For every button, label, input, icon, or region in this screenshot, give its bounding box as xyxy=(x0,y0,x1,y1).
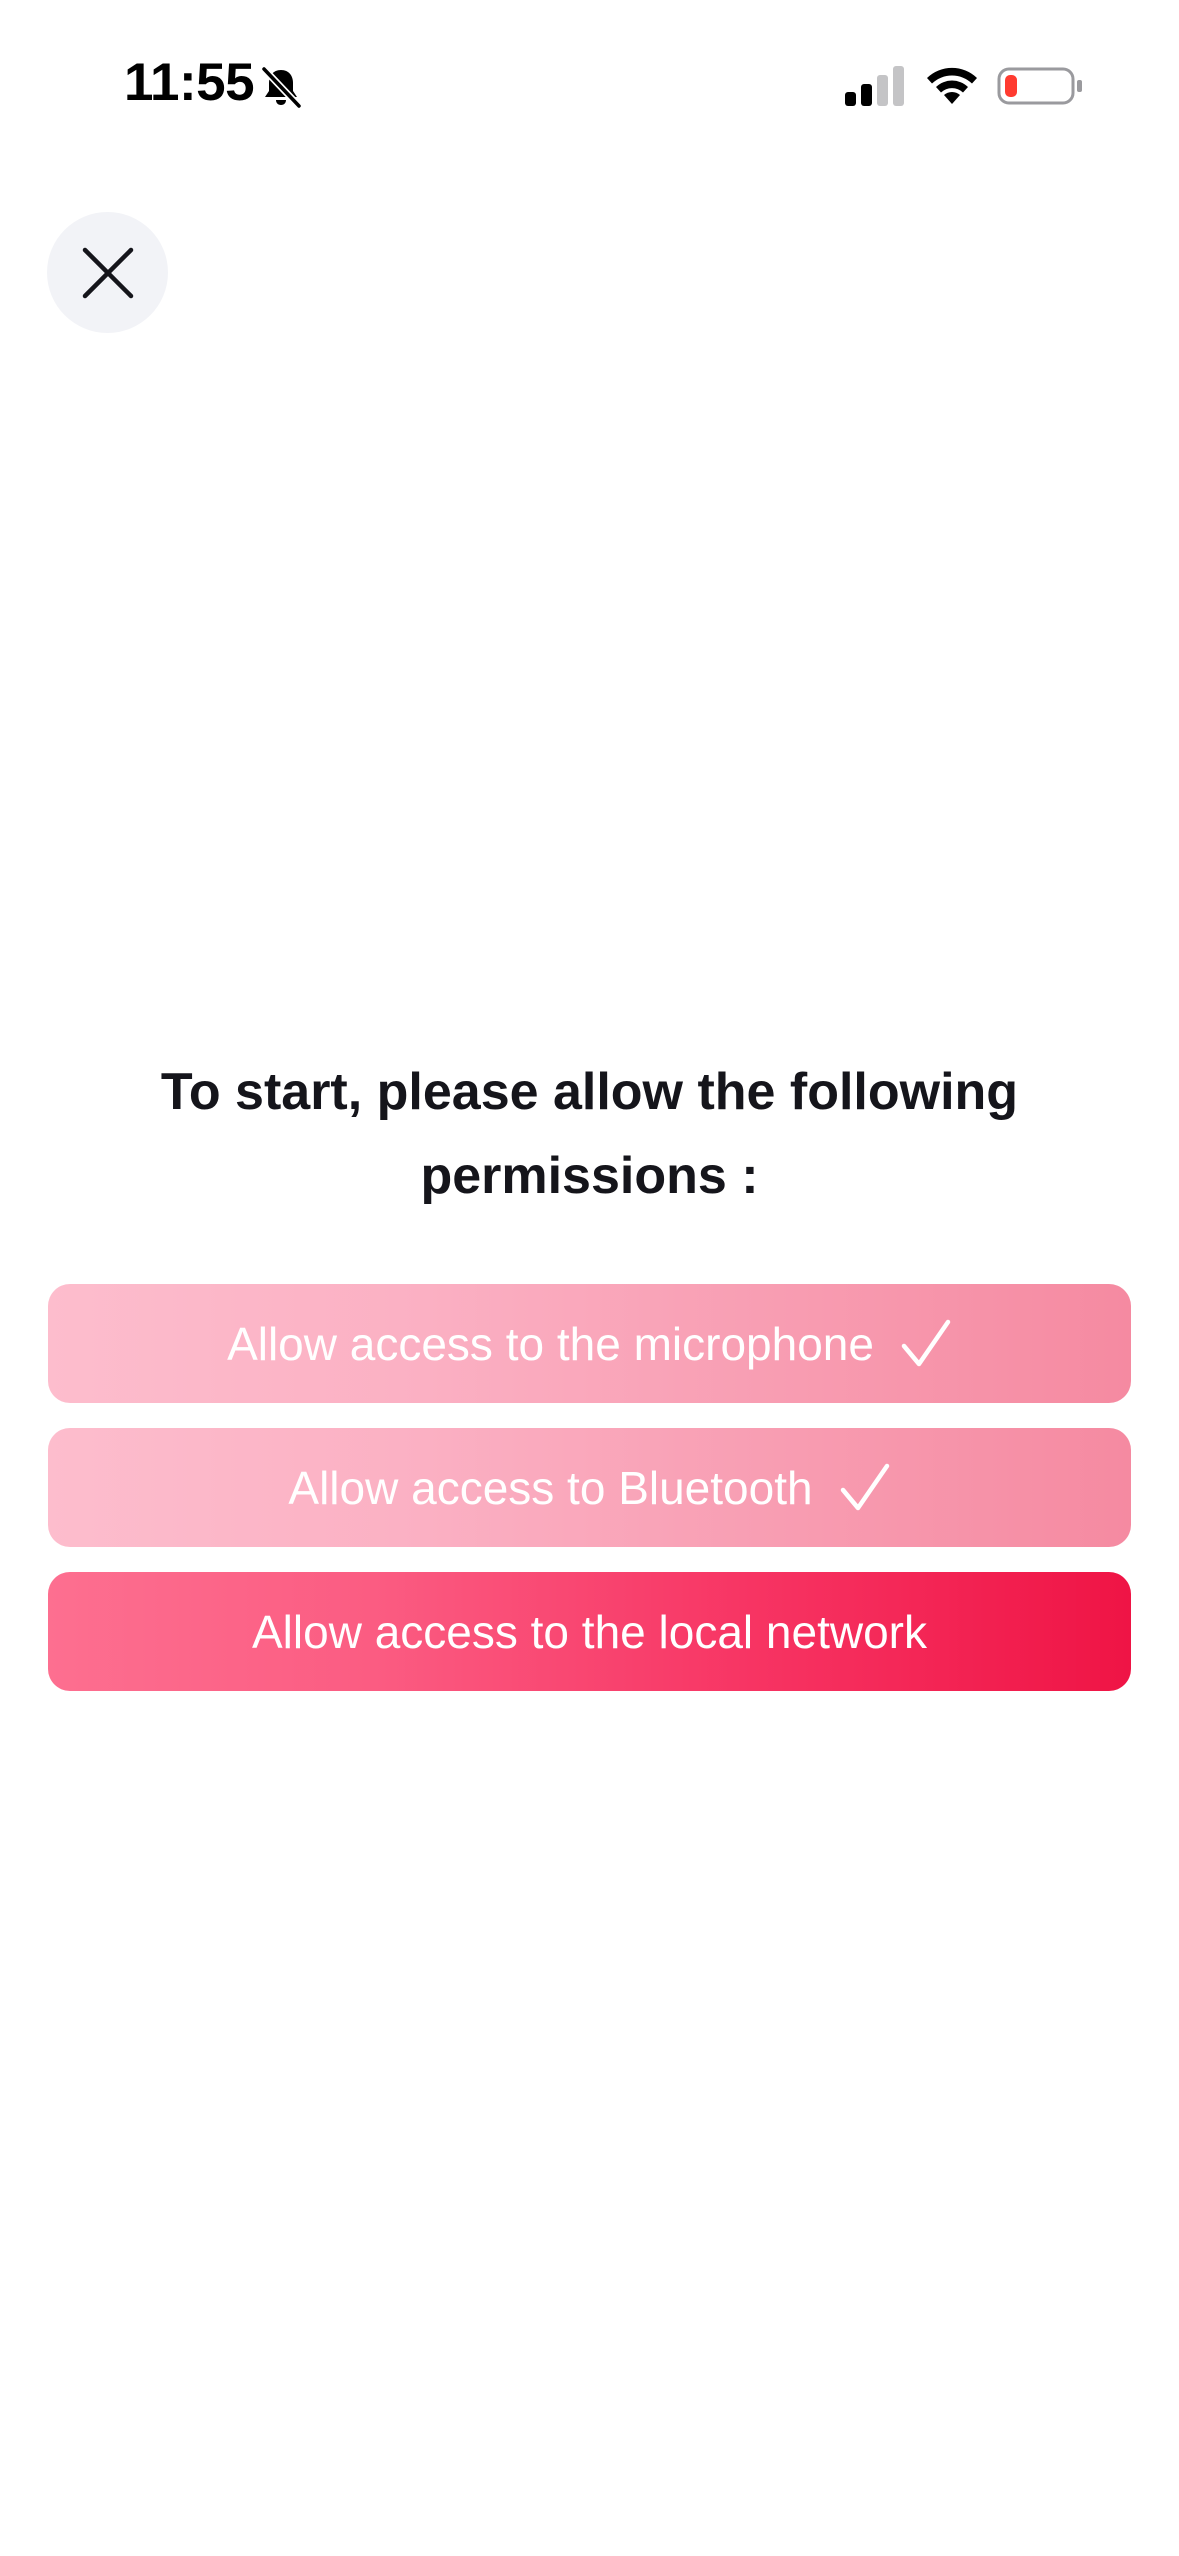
page-title: To start, please allow the following per… xyxy=(160,1063,1019,1205)
status-bar: 11:55 xyxy=(0,0,1179,160)
allow-local-network-button[interactable]: Allow access to the local network xyxy=(48,1572,1131,1691)
status-time: 11:55 xyxy=(124,53,255,112)
checkmark-icon xyxy=(840,1463,889,1510)
checkmark-icon xyxy=(901,1319,951,1366)
bell-slash-icon xyxy=(260,65,303,110)
battery-low-icon xyxy=(997,67,1082,105)
wifi-icon xyxy=(927,67,977,104)
permission-label: Allow access to Bluetooth xyxy=(288,1461,813,1514)
permission-label: Allow access to the microphone xyxy=(227,1317,874,1370)
close-button[interactable] xyxy=(47,212,168,333)
cellular-signal-icon xyxy=(845,66,904,106)
allow-microphone-button[interactable]: Allow access to the microphone xyxy=(48,1284,1131,1403)
close-icon xyxy=(82,247,133,298)
allow-bluetooth-button[interactable]: Allow access to Bluetooth xyxy=(48,1428,1131,1547)
permission-label: Allow access to the local network xyxy=(252,1605,927,1658)
